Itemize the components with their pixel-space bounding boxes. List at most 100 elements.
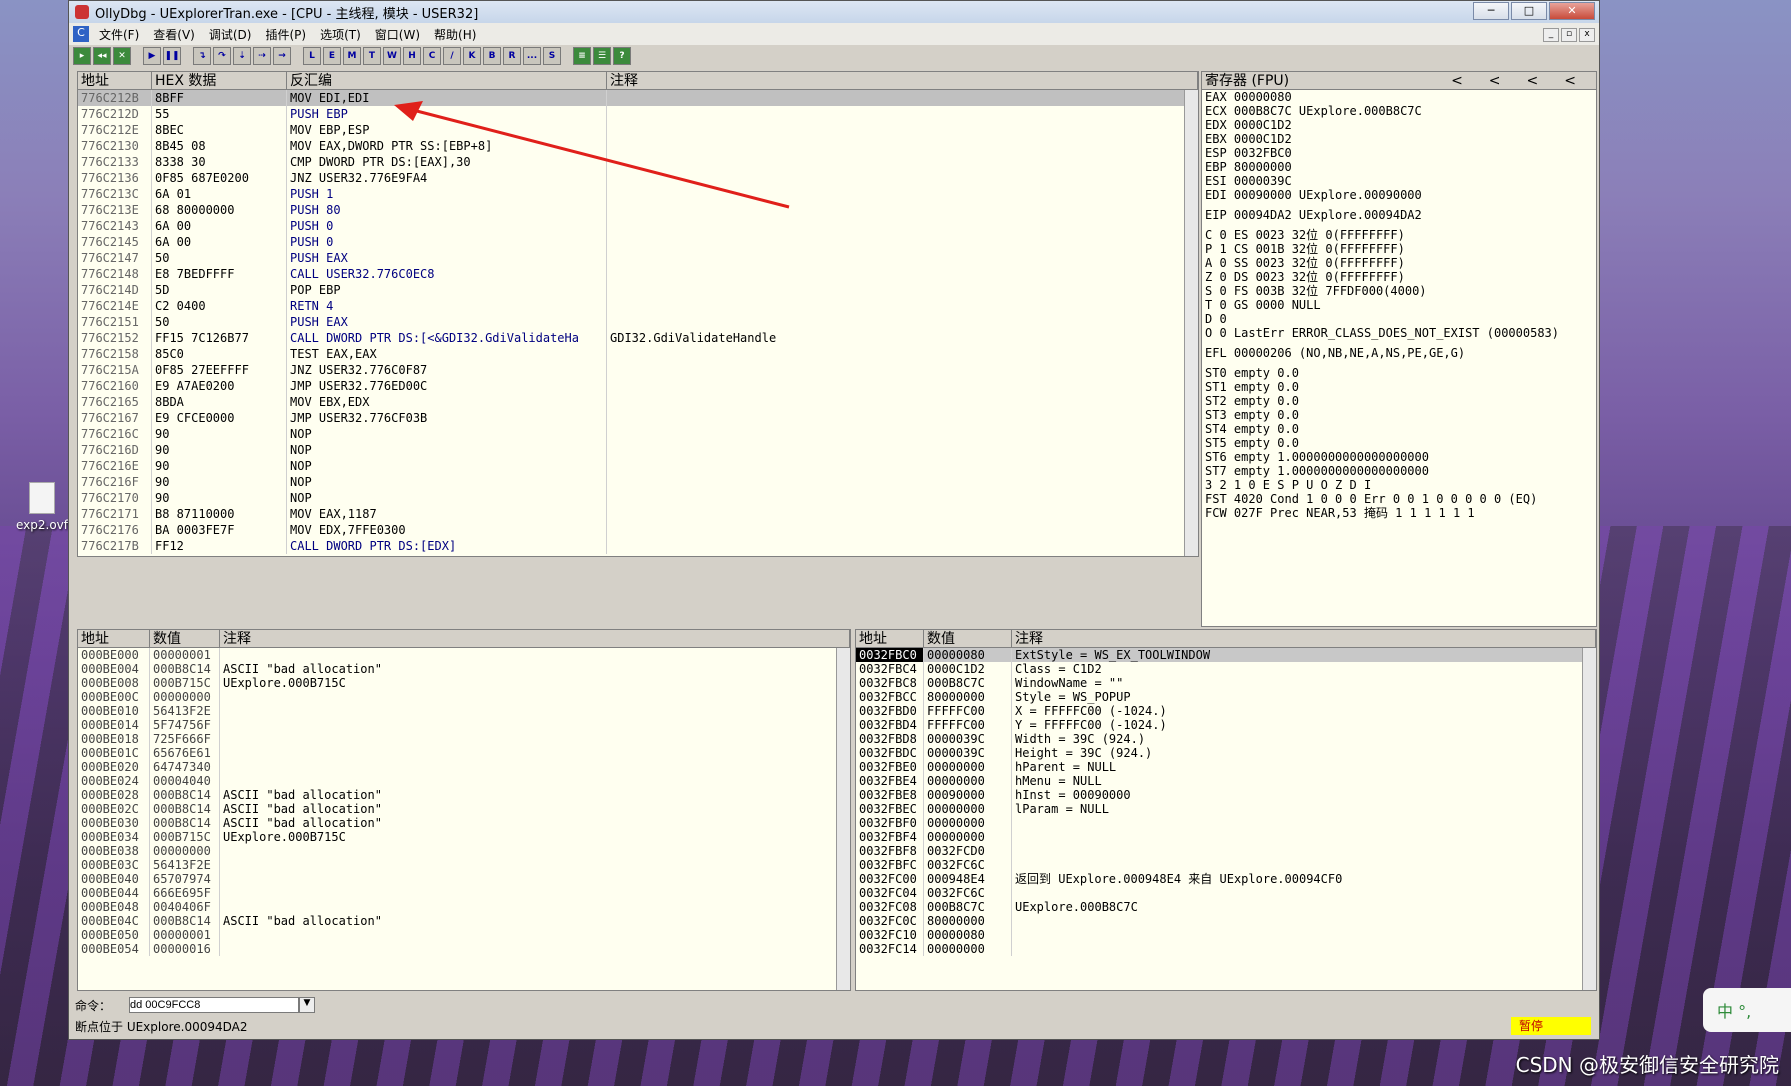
- menu-plugins[interactable]: 插件(P): [258, 26, 313, 43]
- dump-row[interactable]: 000BE010 56413F2E: [78, 704, 850, 718]
- disassembly-rows[interactable]: 776C212B 8BFF MOV EDI,EDI 776C212D 55 PUSH EB…: [78, 90, 1198, 554]
- stack-row[interactable]: 0032FBC4 0000C1D2 Class = C1D2: [856, 662, 1596, 676]
- stack-col-address[interactable]: 地址: [856, 630, 924, 647]
- stack-row[interactable]: 0032FBDC 0000039C Height = 39C (924.): [856, 746, 1596, 760]
- help-icon[interactable]: ?: [613, 47, 631, 65]
- disasm-row[interactable]: 776C216C 90 NOP: [78, 426, 1198, 442]
- dump-row[interactable]: 000BE044 666E695F: [78, 886, 850, 900]
- disasm-row[interactable]: 776C216E 90 NOP: [78, 458, 1198, 474]
- disasm-scrollbar[interactable]: [1184, 90, 1198, 556]
- stack-col-value[interactable]: 数值: [924, 630, 1012, 647]
- disasm-row[interactable]: 776C2165 8BDA MOV EBX,EDX: [78, 394, 1198, 410]
- col-disasm[interactable]: 反汇编: [287, 72, 607, 89]
- disasm-row[interactable]: 776C2170 90 NOP: [78, 490, 1198, 506]
- menu-debug[interactable]: 调试(D): [202, 26, 259, 43]
- disasm-row[interactable]: 776C2148 E8 7BEDFFFF CALL USER32.776C0EC8: [78, 266, 1198, 282]
- stack-row[interactable]: 0032FC04 0032FC6C: [856, 886, 1596, 900]
- stack-rows[interactable]: 0032FBC0 00000080 ExtStyle = WS_EX_TOOLWIN…: [856, 648, 1596, 956]
- disasm-row[interactable]: 776C2152 FF15 7C126B77 CALL DWORD PTR DS:[…: [78, 330, 1198, 346]
- stack-scrollbar[interactable]: [1582, 648, 1596, 990]
- registers-title[interactable]: 寄存器 (FPU): [1202, 72, 1289, 89]
- disasm-row[interactable]: 776C213C 6A 01 PUSH 1: [78, 186, 1198, 202]
- log-window-button[interactable]: L: [303, 47, 321, 65]
- stack-row[interactable]: 0032FC00 000948E4 返回到 UExplore.000948E4 来自…: [856, 872, 1596, 886]
- dump-row[interactable]: 000BE004 000B8C14 ASCII "bad allocation": [78, 662, 850, 676]
- disasm-row[interactable]: 776C213E 68 80000000 PUSH 80: [78, 202, 1198, 218]
- dump-row[interactable]: 000BE000 00000001: [78, 648, 850, 662]
- trace-into-icon[interactable]: ⇣: [233, 47, 251, 65]
- step-into-icon[interactable]: ↴: [193, 47, 211, 65]
- disasm-row[interactable]: 776C215A 0F85 27EEFFFF JNZ USER32.776C0F87: [78, 362, 1198, 378]
- reg-nav-left-icon[interactable]: <: [1527, 72, 1539, 89]
- disasm-row[interactable]: 776C212E 8BEC MOV EBP,ESP: [78, 122, 1198, 138]
- disasm-row[interactable]: 776C2167 E9 CFCE0000 JMP USER32.776CF03B: [78, 410, 1198, 426]
- stack-row[interactable]: 0032FBC0 00000080 ExtStyle = WS_EX_TOOLWIN…: [856, 648, 1596, 662]
- disasm-row[interactable]: 776C2147 50 PUSH EAX: [78, 250, 1198, 266]
- dump-row[interactable]: 000BE018 725F666F: [78, 732, 850, 746]
- dump-row[interactable]: 000BE01C 65676E61: [78, 746, 850, 760]
- dump-row[interactable]: 000BE024 00004040: [78, 774, 850, 788]
- col-address[interactable]: 地址: [78, 72, 152, 89]
- disasm-row[interactable]: 776C2143 6A 00 PUSH 0: [78, 218, 1198, 234]
- dump-row[interactable]: 000BE038 00000000: [78, 844, 850, 858]
- open-icon[interactable]: ▸: [73, 47, 91, 65]
- stack-row[interactable]: 0032FC0C 80000000: [856, 914, 1596, 928]
- memory-window-button[interactable]: M: [343, 47, 361, 65]
- patches-window-button[interactable]: /: [443, 47, 461, 65]
- stack-row[interactable]: 0032FBD4 FFFFFC00 Y = FFFFFC00 (-1024.): [856, 718, 1596, 732]
- dump-scrollbar[interactable]: [836, 648, 850, 990]
- stack-row[interactable]: 0032FC14 00000000: [856, 942, 1596, 956]
- desktop-file-icon[interactable]: exp2.ovf: [10, 482, 74, 532]
- col-hex[interactable]: HEX 数据: [152, 72, 287, 89]
- disasm-row[interactable]: 776C216F 90 NOP: [78, 474, 1198, 490]
- disasm-row[interactable]: 776C216D 90 NOP: [78, 442, 1198, 458]
- stack-row[interactable]: 0032FBF8 0032FCD0: [856, 844, 1596, 858]
- reg-nav-left-icon[interactable]: <: [1564, 72, 1576, 89]
- menu-window[interactable]: 窗口(W): [368, 26, 427, 43]
- dump-row[interactable]: 000BE008 000B715C UExplore.000B715C: [78, 676, 850, 690]
- source-window-button[interactable]: S: [543, 47, 561, 65]
- dump-row[interactable]: 000BE040 65707974: [78, 872, 850, 886]
- mdi-minimize-button[interactable]: _: [1543, 28, 1559, 42]
- close-button[interactable]: ✕: [1549, 2, 1595, 20]
- menu-help[interactable]: 帮助(H): [427, 26, 483, 43]
- disasm-row[interactable]: 776C217B FF12 CALL DWORD PTR DS:[EDX]: [78, 538, 1198, 554]
- disasm-row[interactable]: 776C214D 5D POP EBP: [78, 282, 1198, 298]
- stack-col-comment[interactable]: 注释: [1012, 630, 1596, 647]
- dump-row[interactable]: 000BE014 5F74756F: [78, 718, 850, 732]
- stack-row[interactable]: 0032FBE8 00090000 hInst = 00090000: [856, 788, 1596, 802]
- cpu-icon[interactable]: C: [73, 26, 89, 42]
- disasm-row[interactable]: 776C2160 E9 A7AE0200 JMP USER32.776ED00C: [78, 378, 1198, 394]
- dump-row[interactable]: 000BE050 00000001: [78, 928, 850, 942]
- menu-view[interactable]: 查看(V): [146, 26, 202, 43]
- dump-col-value[interactable]: 数值: [150, 630, 220, 647]
- modules-window-button[interactable]: E: [323, 47, 341, 65]
- rewind-icon[interactable]: ◂◂: [93, 47, 111, 65]
- run-trace-button[interactable]: ...: [523, 47, 541, 65]
- stack-row[interactable]: 0032FC10 00000080: [856, 928, 1596, 942]
- dump-row[interactable]: 000BE034 000B715C UExplore.000B715C: [78, 830, 850, 844]
- disasm-row[interactable]: 776C212D 55 PUSH EBP: [78, 106, 1198, 122]
- options-list-icon[interactable]: ☰: [593, 47, 611, 65]
- windows-window-button[interactable]: W: [383, 47, 401, 65]
- command-dropdown-icon[interactable]: ▼: [299, 997, 316, 1013]
- list-icon[interactable]: ≡: [573, 47, 591, 65]
- disasm-row[interactable]: 776C2171 B8 87110000 MOV EAX,1187: [78, 506, 1198, 522]
- disasm-row[interactable]: 776C214E C2 0400 RETN 4: [78, 298, 1198, 314]
- disasm-row[interactable]: 776C2130 8B45 08 MOV EAX,DWORD PTR SS:[EBP…: [78, 138, 1198, 154]
- stack-row[interactable]: 0032FBD0 FFFFFC00 X = FFFFFC00 (-1024.): [856, 704, 1596, 718]
- dump-row[interactable]: 000BE03C 56413F2E: [78, 858, 850, 872]
- disasm-row[interactable]: 776C2133 8338 30 CMP DWORD PTR DS:[EAX],30: [78, 154, 1198, 170]
- handles-window-button[interactable]: H: [403, 47, 421, 65]
- threads-window-button[interactable]: T: [363, 47, 381, 65]
- col-comment[interactable]: 注释: [607, 72, 1198, 89]
- run-icon[interactable]: ▶: [143, 47, 161, 65]
- menu-file[interactable]: 文件(F): [92, 26, 146, 43]
- disasm-row[interactable]: 776C2158 85C0 TEST EAX,EAX: [78, 346, 1198, 362]
- close-process-icon[interactable]: ✕: [113, 47, 131, 65]
- dump-row[interactable]: 000BE048 0040406F: [78, 900, 850, 914]
- disasm-row[interactable]: 776C2136 0F85 687E0200 JNZ USER32.776E9FA4: [78, 170, 1198, 186]
- execute-till-return-icon[interactable]: →: [273, 47, 291, 65]
- dump-row[interactable]: 000BE02C 000B8C14 ASCII "bad allocation": [78, 802, 850, 816]
- title-bar[interactable]: OllyDbg - UExplorerTran.exe - [CPU - 主线程…: [69, 1, 1599, 23]
